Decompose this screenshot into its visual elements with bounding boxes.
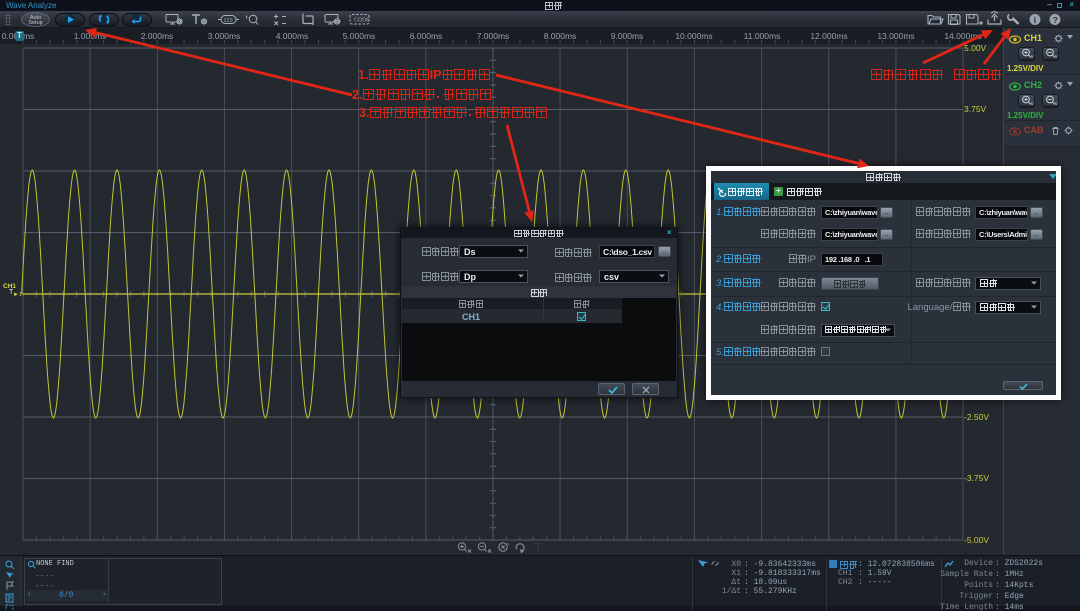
svg-text:?: ? [1053, 15, 1058, 25]
svg-text:v: v [1055, 54, 1058, 60]
svg-text:123: 123 [224, 18, 233, 24]
svg-text:v: v [1031, 54, 1034, 60]
svg-text:v: v [1031, 101, 1034, 107]
svg-text:v: v [1055, 101, 1058, 107]
svg-text:CODE: CODE [354, 18, 370, 24]
